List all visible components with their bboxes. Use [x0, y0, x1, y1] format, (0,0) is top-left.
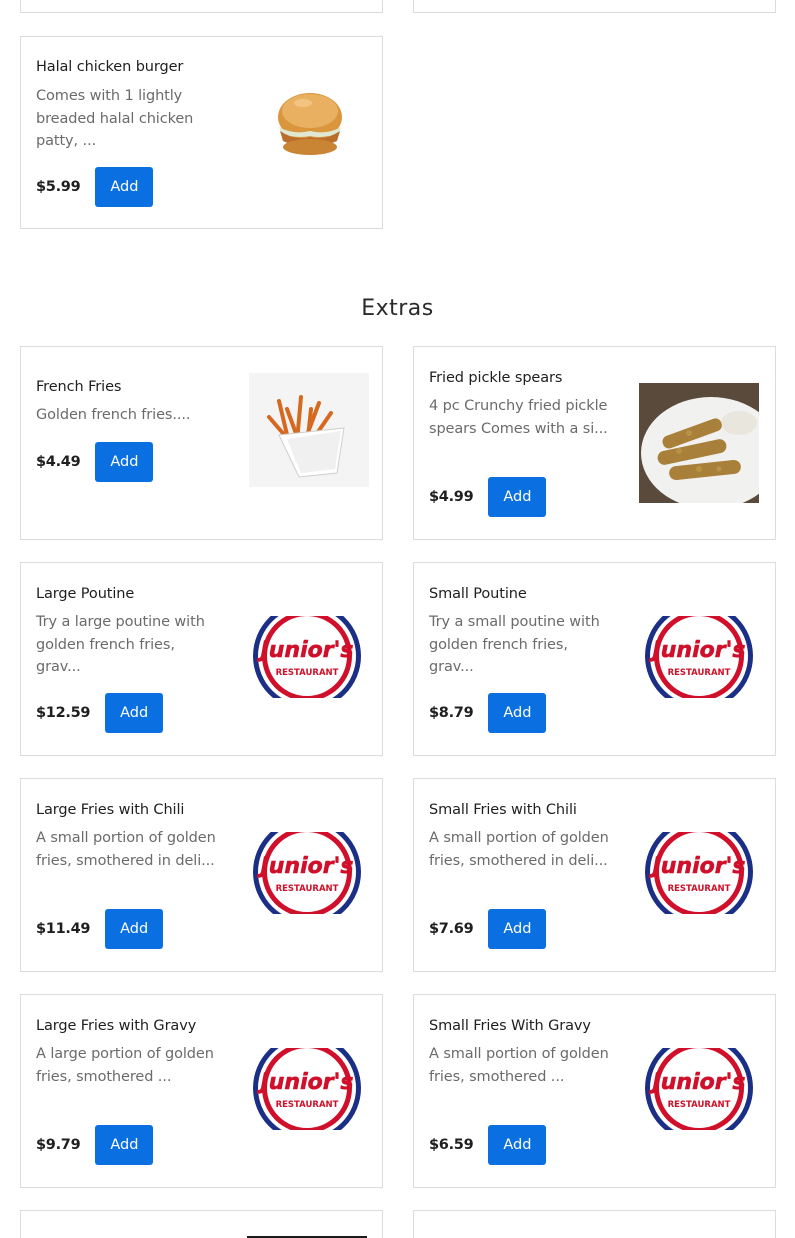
pickles-image: [639, 383, 781, 509]
add-button[interactable]: Add: [488, 693, 547, 733]
menu-item-card[interactable]: Small Fries with Chili A small portion o…: [413, 778, 776, 972]
menu-item-card[interactable]: [413, 1210, 776, 1238]
juniors-logo: Junior's RESTAURANT: [639, 1048, 759, 1134]
menu-item-card[interactable]: [20, 1210, 383, 1238]
svg-text:RESTAURANT: RESTAURANT: [276, 884, 339, 894]
item-name: French Fries: [36, 379, 122, 395]
item-price: $9.79: [36, 1137, 81, 1153]
juniors-logo: Junior's RESTAURANT: [247, 832, 367, 918]
svg-text:Junior's: Junior's: [649, 638, 746, 663]
juniors-logo: Junior's RESTAURANT: [639, 616, 759, 702]
juniors-logo: Junior's RESTAURANT: [247, 1048, 367, 1134]
item-description: Golden french fries....: [36, 407, 191, 423]
item-name: Halal chicken burger: [36, 59, 184, 75]
item-description: A small portion of golden fries, smother…: [429, 1046, 609, 1085]
item-name: Small Fries With Gravy: [429, 1018, 591, 1034]
item-description: A large portion of golden fries, smother…: [36, 1046, 214, 1085]
item-name: Small Fries with Chili: [429, 802, 577, 818]
svg-text:RESTAURANT: RESTAURANT: [668, 884, 731, 894]
item-name: Large Fries with Gravy: [36, 1018, 197, 1034]
menu-item-card[interactable]: Halal chicken burger Comes with 1 lightl…: [20, 36, 383, 229]
item-description: A small portion of golden fries, smother…: [36, 830, 216, 869]
fries-image: [249, 373, 369, 487]
add-button[interactable]: Add: [95, 167, 154, 207]
menu-item-card[interactable]: [413, 0, 776, 13]
add-button[interactable]: Add: [488, 477, 547, 517]
add-button[interactable]: Add: [488, 909, 547, 949]
svg-text:RESTAURANT: RESTAURANT: [668, 1100, 731, 1110]
menu-item-card[interactable]: Small Poutine Try a small poutine with g…: [413, 562, 776, 756]
item-price: $4.49: [36, 454, 81, 470]
item-description: A small portion of golden fries, smother…: [429, 830, 609, 869]
svg-text:Junior's: Junior's: [257, 638, 354, 663]
burger-image: [273, 89, 347, 159]
item-price: $5.99: [36, 179, 81, 195]
item-name: Large Poutine: [36, 586, 135, 602]
item-name: Small Poutine: [429, 586, 527, 602]
add-button[interactable]: Add: [105, 909, 164, 949]
svg-text:RESTAURANT: RESTAURANT: [668, 668, 731, 678]
item-description: Try a large poutine with golden french f…: [36, 614, 205, 675]
item-description: 4 pc Crunchy fried pickle spears Comes w…: [429, 398, 608, 437]
svg-text:Junior's: Junior's: [649, 1070, 746, 1095]
item-price: $12.59: [36, 705, 91, 721]
item-price: $6.59: [429, 1137, 474, 1153]
add-button[interactable]: Add: [95, 442, 154, 482]
menu-item-card[interactable]: French Fries Golden french fries.... $4.…: [20, 346, 383, 540]
svg-text:Junior's: Junior's: [649, 854, 746, 879]
add-button[interactable]: Add: [105, 693, 164, 733]
item-name: Large Fries with Chili: [36, 802, 185, 818]
section-title: Extras: [361, 296, 434, 321]
svg-text:Junior's: Junior's: [257, 854, 354, 879]
item-price: $8.79: [429, 705, 474, 721]
item-name: Fried pickle spears: [429, 370, 563, 386]
juniors-logo: Junior's RESTAURANT: [247, 616, 367, 702]
item-price: $7.69: [429, 921, 474, 937]
item-description: Try a small poutine with golden french f…: [429, 614, 600, 675]
item-description: Comes with 1 lightly breaded halal chick…: [36, 88, 194, 149]
svg-text:Junior's: Junior's: [257, 1070, 354, 1095]
svg-text:RESTAURANT: RESTAURANT: [276, 668, 339, 678]
juniors-logo: Junior's RESTAURANT: [639, 832, 759, 918]
add-button[interactable]: Add: [95, 1125, 154, 1165]
item-price: $11.49: [36, 921, 91, 937]
menu-item-card[interactable]: Large Poutine Try a large poutine with g…: [20, 562, 383, 756]
item-price: $4.99: [429, 489, 474, 505]
svg-text:RESTAURANT: RESTAURANT: [276, 1100, 339, 1110]
menu-item-card[interactable]: [20, 0, 383, 13]
menu-item-card[interactable]: Large Fries with Chili A small portion o…: [20, 778, 383, 972]
menu-item-card[interactable]: Large Fries with Gravy A large portion o…: [20, 994, 383, 1188]
menu-item-card[interactable]: Fried pickle spears 4 pc Crunchy fried p…: [413, 346, 781, 540]
add-button[interactable]: Add: [488, 1125, 547, 1165]
menu-item-card[interactable]: Small Fries With Gravy A small portion o…: [413, 994, 776, 1188]
